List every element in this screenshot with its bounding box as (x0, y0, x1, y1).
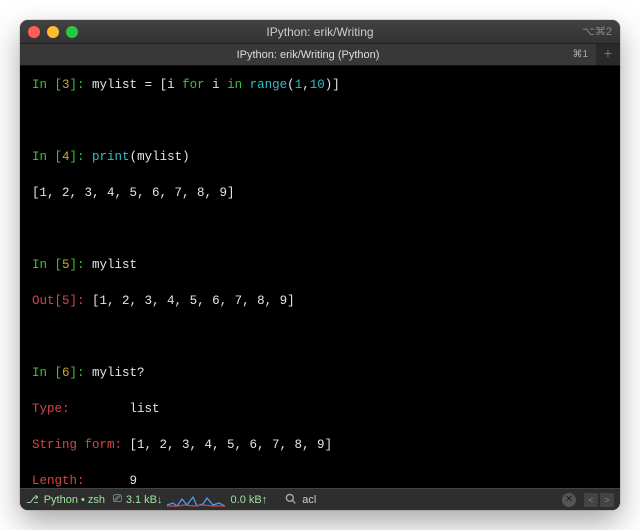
maximize-icon[interactable] (66, 26, 78, 38)
sparkline-icon (167, 493, 227, 507)
status-network: ⎚ 3.1 kB↓ 0.0 kB↑ (113, 493, 267, 507)
blank-line (32, 112, 608, 130)
terminal-window: IPython: erik/Writing ⌥⌘2 IPython: erik/… (20, 20, 620, 510)
line-in-5: In [5]: mylist (32, 256, 608, 274)
pager-next-button[interactable]: > (600, 493, 614, 507)
tab-add-button[interactable]: + (596, 44, 620, 65)
status-bar: ⎇ Python • zsh ⎚ 3.1 kB↓ 0.0 kB↑ ✕ < > (20, 488, 620, 510)
line-in-4: In [4]: print(mylist) (32, 148, 608, 166)
tab-bar: IPython: erik/Writing (Python) ⌘1 + (20, 44, 620, 66)
search-input[interactable] (300, 493, 380, 507)
pager-buttons: < > (582, 493, 614, 507)
line-in-6: In [6]: mylist? (32, 364, 608, 382)
net-down-icon: ⎚ (113, 493, 122, 506)
net-up-value: 0.0 kB↑ (231, 494, 268, 506)
tab-shortcut: ⌘1 (572, 49, 588, 60)
help-string-form: String form: [1, 2, 3, 4, 5, 6, 7, 8, 9] (32, 436, 608, 454)
window-title: IPython: erik/Writing (20, 25, 620, 39)
help-type: Type: list (32, 400, 608, 418)
line-out-4: [1, 2, 3, 4, 5, 6, 7, 8, 9] (32, 184, 608, 202)
close-icon[interactable] (28, 26, 40, 38)
search-icon (285, 493, 296, 507)
window-titlebar: IPython: erik/Writing ⌥⌘2 (20, 20, 620, 44)
window-shortcut-hint: ⌥⌘2 (582, 25, 612, 38)
net-down-value: 3.1 kB↓ (126, 494, 163, 506)
minimize-icon[interactable] (47, 26, 59, 38)
help-length: Length: 9 (32, 472, 608, 488)
line-out-5: Out[5]: [1, 2, 3, 4, 5, 6, 7, 8, 9] (32, 292, 608, 310)
branch-icon: ⎇ (26, 493, 39, 506)
terminal-content[interactable]: In [3]: mylist = [i for i in range(1,10)… (20, 66, 620, 488)
status-process-label: Python • zsh (44, 494, 105, 506)
status-process[interactable]: ⎇ Python • zsh (26, 493, 105, 506)
tab-label: IPython: erik/Writing (Python) (237, 49, 380, 61)
clear-search-button[interactable]: ✕ (562, 493, 576, 507)
tab-ipython[interactable]: IPython: erik/Writing (Python) ⌘1 (20, 44, 596, 65)
pager-prev-button[interactable]: < (584, 493, 598, 507)
traffic-lights (28, 26, 78, 38)
line-in-3: In [3]: mylist = [i for i in range(1,10)… (32, 76, 608, 94)
blank-line (32, 220, 608, 238)
status-search[interactable] (285, 493, 556, 507)
blank-line (32, 328, 608, 346)
